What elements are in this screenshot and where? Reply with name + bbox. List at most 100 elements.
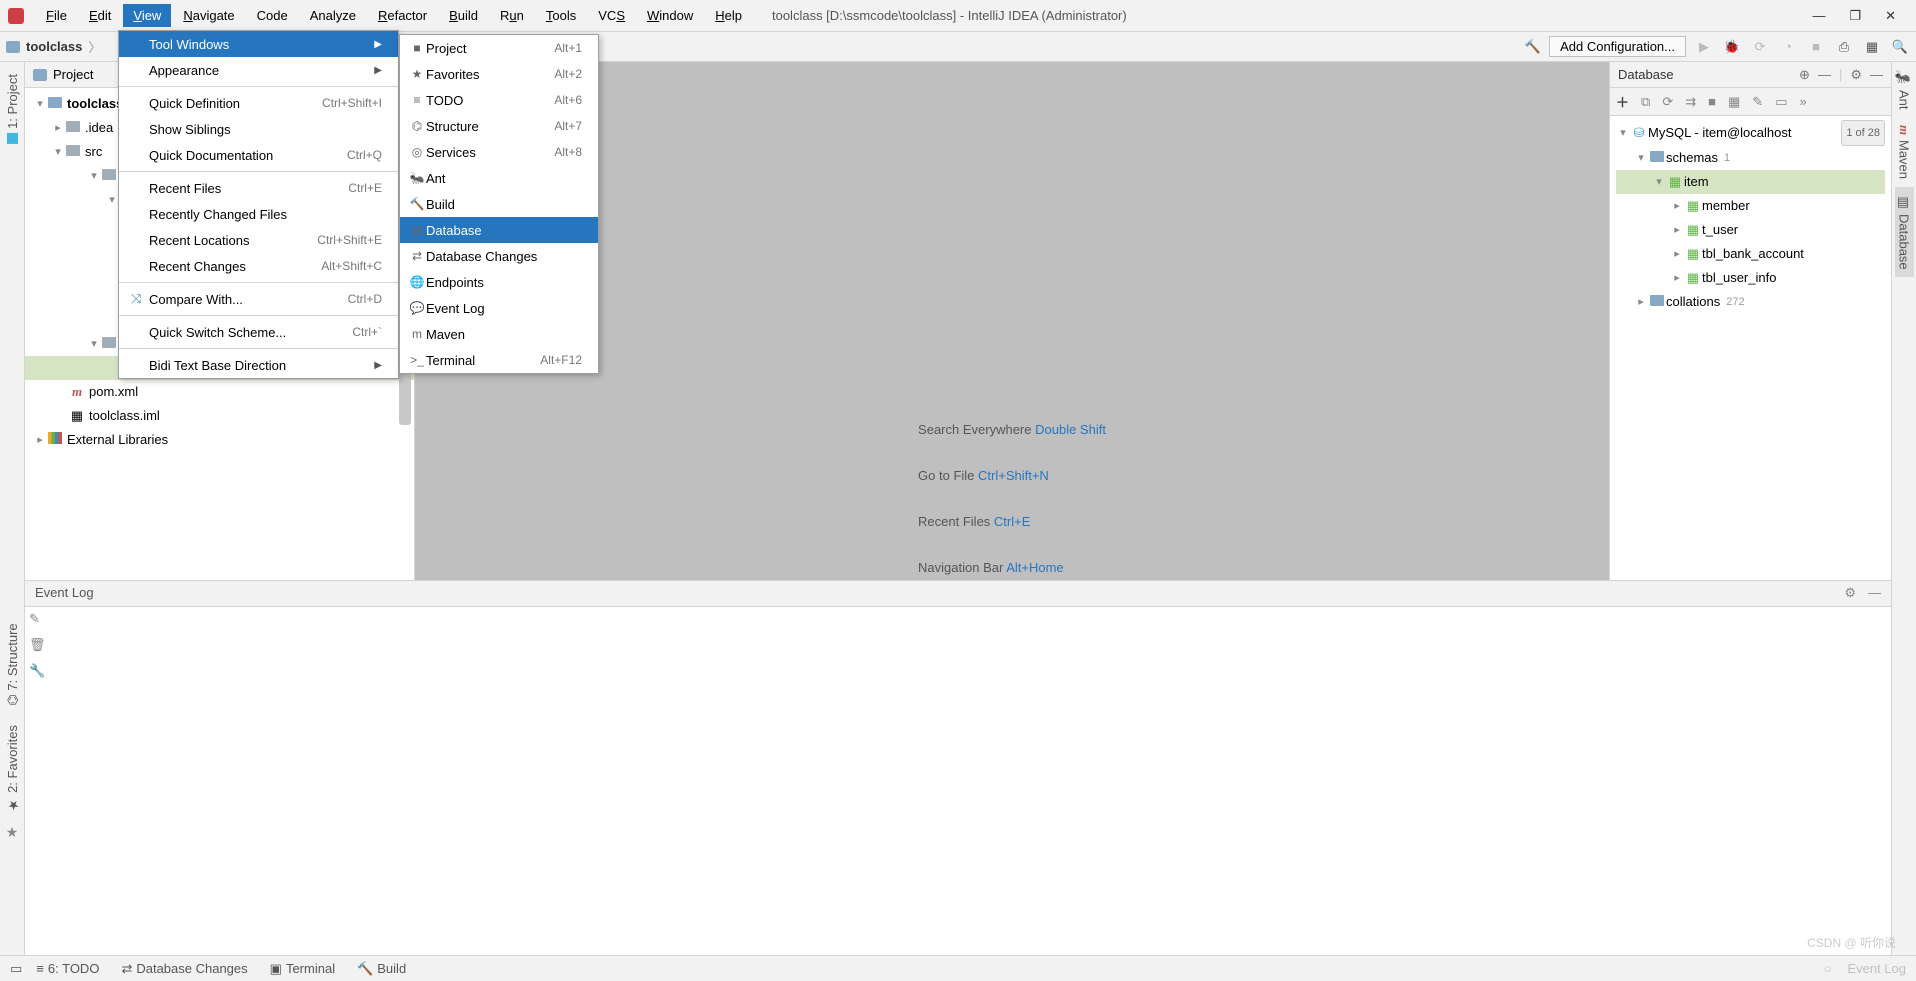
menu-run[interactable]: Run	[490, 4, 534, 27]
status-todo[interactable]: ≡6: TODO	[36, 961, 99, 976]
db-table[interactable]: ▸▦t_user	[1616, 218, 1885, 242]
status-bar: ▭ ≡6: TODO ⇄Database Changes ▣Terminal 🔨…	[0, 955, 1916, 981]
console-icon[interactable]: ▭	[1775, 94, 1787, 110]
submenu-item[interactable]: ▤Database	[400, 217, 598, 243]
db-table[interactable]: ▸▦member	[1616, 194, 1885, 218]
menu-item[interactable]: Recent LocationsCtrl+Shift+E	[119, 227, 398, 253]
minimize-icon[interactable]: —	[1812, 8, 1825, 24]
vcs-icon[interactable]: ⎙	[1834, 39, 1854, 55]
menu-item[interactable]: Recent ChangesAlt+Shift+C	[119, 253, 398, 279]
status-terminal[interactable]: ▣Terminal	[270, 961, 335, 977]
menu-file[interactable]: File	[36, 4, 77, 27]
gutter-maven[interactable]: mMaven	[1894, 117, 1914, 186]
menu-tools[interactable]: Tools	[536, 4, 586, 27]
event-log-header[interactable]: Event Log ⚙—	[25, 581, 1891, 607]
edit-icon[interactable]: ✎	[29, 611, 46, 627]
minimize-icon[interactable]: —	[1868, 585, 1881, 602]
build-icon[interactable]: 🔨	[1525, 39, 1541, 55]
db-new-icon[interactable]: ⊕	[1799, 67, 1810, 83]
minimize-icon[interactable]: —	[1870, 67, 1883, 83]
more-icon[interactable]: »	[1799, 94, 1806, 109]
submenu-item[interactable]: ≡TODOAlt+6	[400, 87, 598, 113]
debug-icon[interactable]: 🐞	[1722, 39, 1742, 55]
menu-code[interactable]: Code	[247, 4, 298, 27]
db-hide-icon[interactable]: —	[1818, 67, 1831, 83]
tree-scrollbar[interactable]	[399, 370, 411, 425]
submenu-item[interactable]: 🐜Ant	[400, 165, 598, 191]
menu-item[interactable]: Quick DefinitionCtrl+Shift+I	[119, 90, 398, 116]
table-icon[interactable]: ▦	[1728, 94, 1740, 110]
tree-ext-libs[interactable]: ▸External Libraries	[25, 428, 414, 452]
db-table[interactable]: ▸▦tbl_bank_account	[1616, 242, 1885, 266]
menu-item[interactable]: Quick Switch Scheme...Ctrl+`	[119, 319, 398, 345]
star-icon[interactable]: ★	[6, 824, 19, 841]
menu-edit[interactable]: Edit	[79, 4, 121, 27]
maximize-icon[interactable]: ❐	[1849, 8, 1861, 24]
copy-icon[interactable]: ⧉	[1641, 94, 1650, 110]
submenu-item[interactable]: 🌐Endpoints	[400, 269, 598, 295]
add-icon[interactable]: ＋	[1616, 92, 1629, 111]
gutter-project[interactable]: 1: Project	[3, 66, 22, 152]
status-dbc[interactable]: ⇄Database Changes	[121, 961, 247, 977]
gutter-favorites[interactable]: ★2: Favorites	[3, 717, 22, 820]
stop-icon[interactable]: ■	[1806, 39, 1826, 54]
db-collations[interactable]: ▸collations272	[1616, 290, 1885, 314]
close-icon[interactable]: ✕	[1885, 8, 1896, 24]
menu-item[interactable]: Show Siblings	[119, 116, 398, 142]
submenu-item[interactable]: ⇄Database Changes	[400, 243, 598, 269]
menu-item[interactable]: ⤨Compare With...Ctrl+D	[119, 286, 398, 312]
settings-icon[interactable]: 🔧	[29, 663, 46, 679]
menu-navigate[interactable]: Navigate	[173, 4, 244, 27]
menu-view[interactable]: View	[123, 4, 171, 27]
submenu-item[interactable]: 🔨Build	[400, 191, 598, 217]
database-tree: ▾⛁MySQL - item@localhost1 of 28 ▾schemas…	[1610, 116, 1891, 318]
db-schema-item[interactable]: ▾▦item	[1616, 170, 1885, 194]
submenu-item[interactable]: >_TerminalAlt+F12	[400, 347, 598, 373]
breadcrumb[interactable]: toolclass 〉	[6, 37, 101, 56]
gutter-database[interactable]: ▤Database	[1895, 187, 1914, 278]
status-event-log[interactable]: Event Log	[1847, 961, 1906, 976]
profile-icon[interactable]: ◔	[1778, 39, 1798, 54]
tree-pom[interactable]: mpom.xml	[25, 380, 414, 404]
menu-item[interactable]: Tool Windows▶	[119, 31, 398, 57]
refresh-icon[interactable]: ⟳	[1662, 94, 1673, 110]
gutter-ant[interactable]: 🐜Ant	[1895, 62, 1914, 117]
menu-window[interactable]: Window	[637, 4, 703, 27]
submenu-item[interactable]: 💬Event Log	[400, 295, 598, 321]
db-schemas[interactable]: ▾schemas1	[1616, 146, 1885, 170]
status-handle-icon[interactable]: ▭	[10, 961, 22, 977]
menu-item[interactable]: Quick DocumentationCtrl+Q	[119, 142, 398, 168]
submenu-item[interactable]: ■ProjectAlt+1	[400, 35, 598, 61]
run-icon[interactable]: ▶	[1694, 39, 1714, 55]
menu-help[interactable]: Help	[705, 4, 752, 27]
submenu-item[interactable]: ◎ServicesAlt+8	[400, 139, 598, 165]
gutter-structure[interactable]: ⌬7: Structure	[3, 615, 22, 714]
menu-item[interactable]: Bidi Text Base Direction▶	[119, 352, 398, 378]
db-source[interactable]: ▾⛁MySQL - item@localhost1 of 28	[1616, 120, 1885, 146]
stop-icon[interactable]: ■	[1708, 94, 1716, 109]
menu-item[interactable]: Recently Changed Files	[119, 201, 398, 227]
status-build[interactable]: 🔨Build	[357, 961, 406, 977]
menu-analyze[interactable]: Analyze	[300, 4, 366, 27]
gear-icon[interactable]: ⚙	[1850, 67, 1862, 83]
menu-vcs[interactable]: VCS	[588, 4, 635, 27]
gear-icon[interactable]: ⚙	[1844, 585, 1856, 602]
menu-item[interactable]: Appearance▶	[119, 57, 398, 83]
jump-icon[interactable]: ⇉	[1685, 94, 1696, 110]
search-icon[interactable]: 🔍	[1890, 39, 1910, 55]
menu-item[interactable]: Recent FilesCtrl+E	[119, 175, 398, 201]
submenu-item[interactable]: ⌬StructureAlt+7	[400, 113, 598, 139]
menu-refactor[interactable]: Refactor	[368, 4, 437, 27]
menu-build[interactable]: Build	[439, 4, 488, 27]
window-title: toolclass [D:\ssmcode\toolclass] - Intel…	[772, 8, 1127, 23]
submenu-item[interactable]: ★FavoritesAlt+2	[400, 61, 598, 87]
submenu-item[interactable]: mMaven	[400, 321, 598, 347]
db-table[interactable]: ▸▦tbl_user_info	[1616, 266, 1885, 290]
delete-icon[interactable]: 🗑	[29, 637, 46, 653]
structure-icon[interactable]: ▦	[1862, 39, 1882, 55]
edit-icon[interactable]: ✎	[1752, 94, 1763, 110]
database-header[interactable]: Database ⊕ — | ⚙ —	[1610, 62, 1891, 88]
add-configuration-button[interactable]: Add Configuration...	[1549, 36, 1686, 57]
coverage-icon[interactable]: ⟳	[1750, 39, 1770, 55]
tree-iml[interactable]: ▦toolclass.iml	[25, 404, 414, 428]
